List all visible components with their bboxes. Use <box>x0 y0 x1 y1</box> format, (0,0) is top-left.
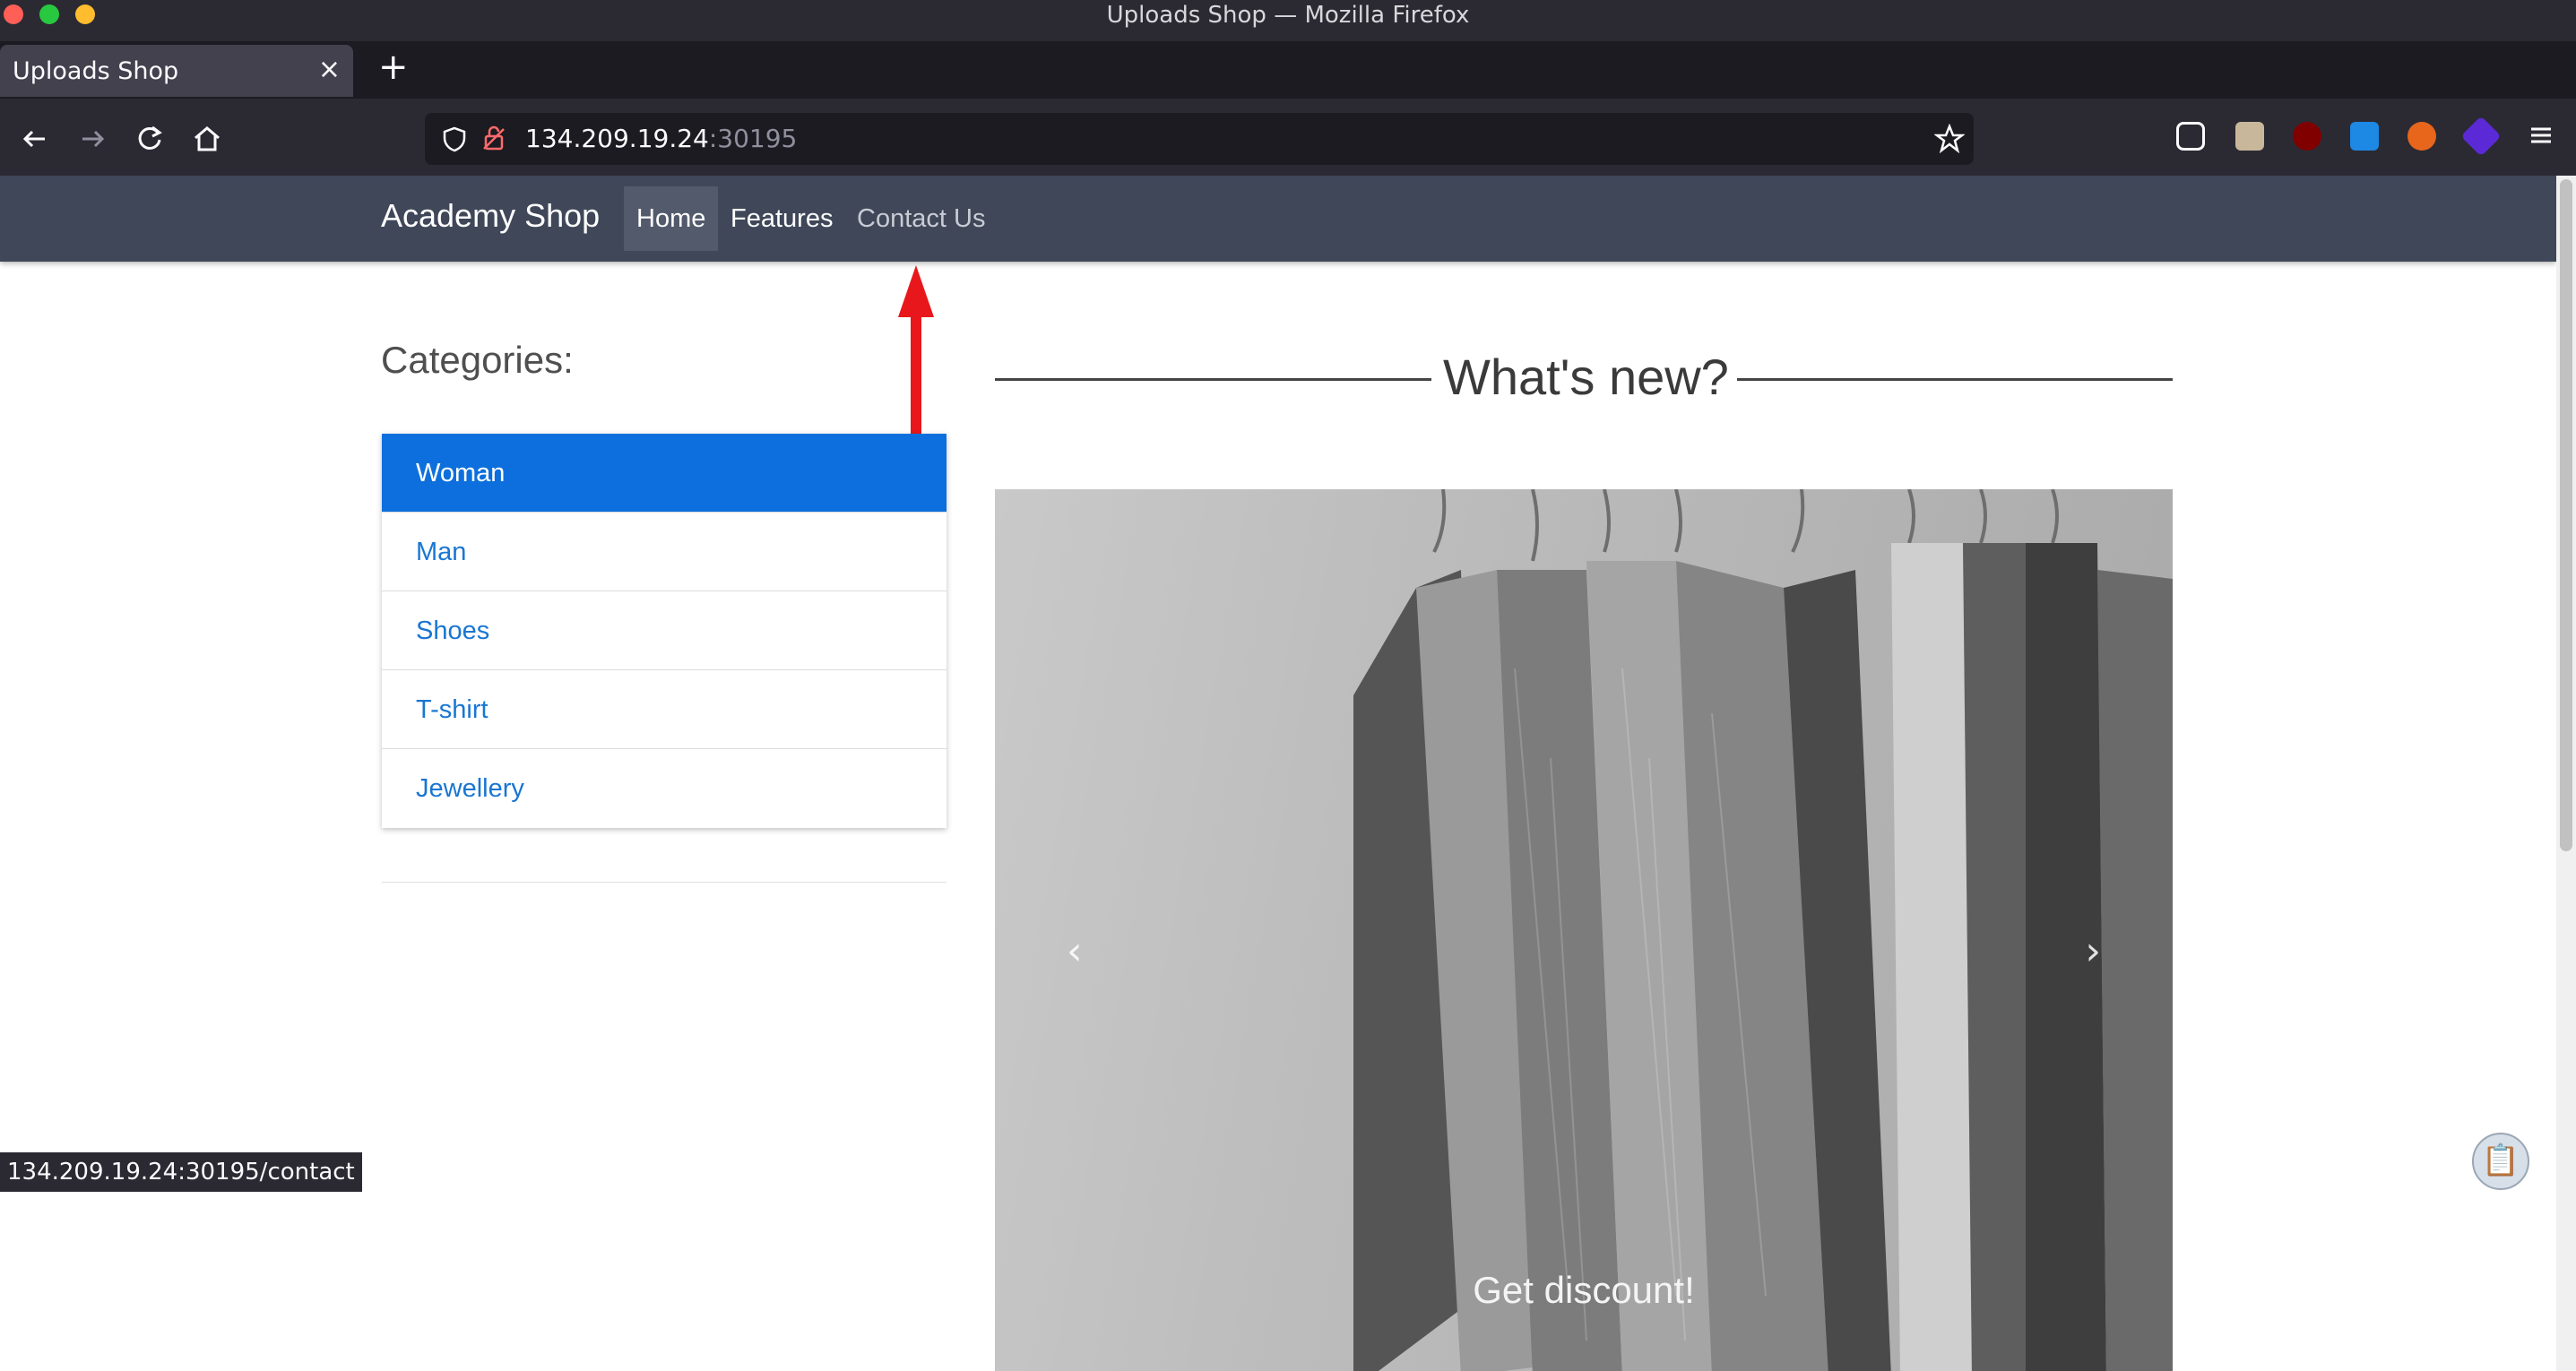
carousel-prev-icon[interactable]: ‹ <box>1067 928 1083 974</box>
site-navbar: Academy Shop Home Features Contact Us <box>0 176 2556 262</box>
carousel-caption: Get discount! <box>1473 1269 1695 1311</box>
category-jewellery[interactable]: Jewellery <box>382 749 947 828</box>
category-woman[interactable]: Woman <box>382 434 947 513</box>
category-shoes[interactable]: Shoes <box>382 591 947 670</box>
reload-icon[interactable] <box>133 122 167 156</box>
site-brand-link[interactable]: Academy Shop <box>381 197 600 235</box>
extension-s-icon[interactable] <box>2350 122 2379 151</box>
scrollbar-thumb[interactable] <box>2560 179 2572 851</box>
heading-rule-right <box>1737 378 2173 381</box>
arrow-right-icon[interactable] <box>75 122 109 156</box>
close-tab-icon[interactable]: × <box>318 54 341 85</box>
category-tshirt[interactable]: T-shirt <box>382 670 947 749</box>
clothes-rack-image <box>1353 489 2173 1371</box>
browser-toolbar: 134.209.19.24:30195 <box>0 104 2576 174</box>
status-bar-link: 134.209.19.24:30195/contact <box>0 1152 362 1192</box>
extension-icon[interactable] <box>2235 122 2264 151</box>
nav-features-link[interactable]: Features <box>718 186 845 251</box>
bookmark-star-icon[interactable] <box>1933 123 1966 158</box>
page-viewport: Academy Shop Home Features Contact Us Ca… <box>0 176 2576 1371</box>
extension-fox-icon[interactable] <box>2407 122 2436 151</box>
nav-home-link[interactable]: Home <box>624 186 719 251</box>
url-bar[interactable]: 134.209.19.24:30195 <box>425 113 1974 165</box>
tab-strip: Uploads Shop × + <box>0 41 2576 99</box>
hamburger-menu-icon[interactable] <box>2526 120 2556 154</box>
insecure-lock-icon[interactable] <box>480 124 507 156</box>
extension-diamond-icon[interactable] <box>2460 116 2502 157</box>
home-icon[interactable] <box>190 122 224 156</box>
window-titlebar: Uploads Shop — Mozilla Firefox <box>0 0 2576 32</box>
sidebar-divider <box>382 882 947 883</box>
page-scrollbar[interactable] <box>2556 176 2576 1371</box>
nav-contact-link[interactable]: Contact Us <box>844 186 998 251</box>
arrow-left-icon[interactable] <box>18 122 52 156</box>
new-tab-button[interactable]: + <box>378 47 409 88</box>
pocket-icon[interactable] <box>2176 122 2205 151</box>
category-man[interactable]: Man <box>382 513 947 591</box>
shield-icon[interactable] <box>441 125 468 156</box>
url-text[interactable]: 134.209.19.24:30195 <box>525 124 797 153</box>
ublock-icon[interactable] <box>2293 122 2321 151</box>
window-title: Uploads Shop — Mozilla Firefox <box>1106 2 1470 29</box>
clipboard-icon[interactable]: 📋 <box>2472 1133 2529 1190</box>
tab-uploads-shop[interactable]: Uploads Shop × <box>0 45 353 97</box>
product-carousel[interactable]: ‹ › Get discount! <box>995 489 2173 1371</box>
carousel-next-icon[interactable]: › <box>2085 928 2101 974</box>
categories-heading: Categories: <box>381 339 574 381</box>
heading-rule-left <box>995 378 1431 381</box>
tab-title: Uploads Shop <box>13 57 179 85</box>
whats-new-heading: What's new? <box>1443 349 1729 405</box>
category-list: Woman Man Shoes T-shirt Jewellery <box>382 434 947 828</box>
